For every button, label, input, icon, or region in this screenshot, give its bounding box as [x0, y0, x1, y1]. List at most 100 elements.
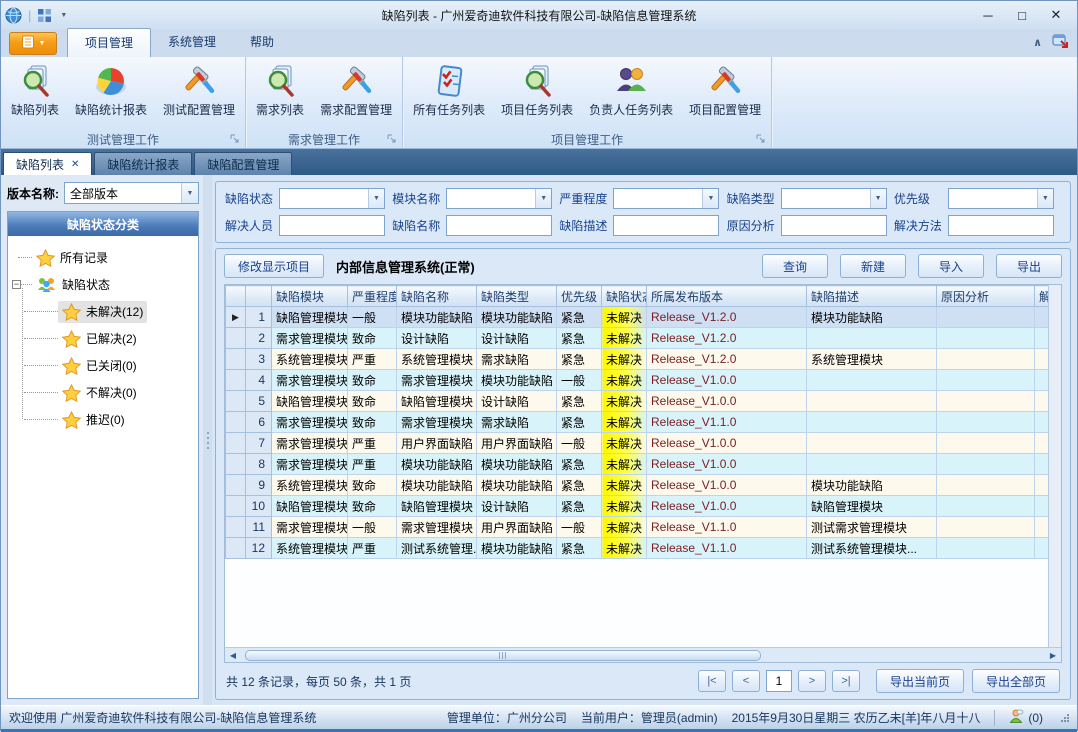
- tree-item-2[interactable]: −缺陷状态: [10, 271, 196, 298]
- column-header-9[interactable]: 原因分析: [937, 286, 1035, 307]
- filter-select-row1-3[interactable]: ▼: [613, 188, 719, 209]
- close-button[interactable]: ✕: [1039, 3, 1073, 27]
- chevron-down-icon[interactable]: ▼: [702, 189, 718, 208]
- ribbon-button-tools-1-1[interactable]: 需求配置管理: [312, 59, 400, 120]
- application-menu-button[interactable]: ▼: [9, 32, 57, 55]
- filter-input-row2-1[interactable]: [279, 215, 385, 236]
- ribbon-button-tools-0-2[interactable]: 测试配置管理: [155, 59, 243, 120]
- table-row[interactable]: 10缺陷管理模块致命缺陷管理模块设计缺陷紧急未解决Release_V1.0.0缺…: [226, 496, 1049, 517]
- modify-display-columns-button[interactable]: 修改显示项目: [224, 254, 324, 278]
- maximize-button[interactable]: □: [1005, 3, 1039, 27]
- filter-select-row1-2[interactable]: ▼: [446, 188, 552, 209]
- tree-item-5[interactable]: 已关闭(0): [10, 352, 196, 379]
- ribbon-tab-2[interactable]: 系统管理: [151, 28, 233, 57]
- document-tab-2[interactable]: 缺陷统计报表: [94, 152, 192, 175]
- document-tab-3[interactable]: 缺陷配置管理: [194, 152, 292, 175]
- ribbon-tab-3[interactable]: 帮助: [233, 28, 291, 57]
- tree-expander-icon[interactable]: −: [12, 280, 21, 289]
- table-row[interactable]: ▶1缺陷管理模块一般模块功能缺陷模块功能缺陷紧急未解决Release_V1.2.…: [226, 307, 1049, 328]
- column-header-8[interactable]: 缺陷描述: [807, 286, 937, 307]
- prev-page-button[interactable]: <: [732, 670, 760, 692]
- table-row[interactable]: 6需求管理模块致命需求管理模块需求缺陷紧急未解决Release_V1.1.0: [226, 412, 1049, 433]
- table-row[interactable]: 5缺陷管理模块致命缺陷管理模块设计缺陷紧急未解决Release_V1.0.0: [226, 391, 1049, 412]
- column-header-3[interactable]: 缺陷名称: [397, 286, 477, 307]
- collapse-ribbon-icon[interactable]: ∧: [1033, 36, 1042, 49]
- about-window-icon[interactable]: [1052, 33, 1069, 52]
- table-row[interactable]: 9系统管理模块致命模块功能缺陷模块功能缺陷紧急未解决Release_V1.0.0…: [226, 475, 1049, 496]
- page-number-input[interactable]: [766, 670, 792, 692]
- minimize-button[interactable]: ─: [971, 3, 1005, 27]
- ribbon-button-tools-2-3[interactable]: 项目配置管理: [681, 59, 769, 120]
- table-row[interactable]: 12系统管理模块严重测试系统管理...模块功能缺陷紧急未解决Release_V1…: [226, 538, 1049, 559]
- action-button-1[interactable]: 查询: [762, 254, 828, 278]
- chevron-down-icon[interactable]: ▼: [60, 12, 67, 19]
- tree-item-7[interactable]: 推迟(0): [10, 406, 196, 433]
- filter-label: 优先级: [894, 190, 948, 207]
- scroll-left-icon[interactable]: ◀: [227, 651, 239, 660]
- ribbon-button-people-2-2[interactable]: 负责人任务列表: [581, 59, 681, 120]
- column-header-4[interactable]: 缺陷类型: [477, 286, 557, 307]
- chevron-down-icon[interactable]: ▼: [535, 189, 551, 208]
- scrollbar-thumb[interactable]: [245, 650, 761, 661]
- layout-grid-icon[interactable]: [37, 8, 52, 23]
- next-page-button[interactable]: >: [798, 670, 826, 692]
- column-header-5[interactable]: 优先级: [557, 286, 602, 307]
- user-message-icon[interactable]: [1009, 709, 1024, 727]
- table-row[interactable]: 2需求管理模块致命设计缺陷设计缺陷紧急未解决Release_V1.2.0: [226, 328, 1049, 349]
- tree-item-1[interactable]: 所有记录: [10, 244, 196, 271]
- dialog-launcher-icon[interactable]: [387, 134, 397, 144]
- version-select[interactable]: 全部版本 ▼: [64, 182, 199, 204]
- ribbon-button-pie-0-1[interactable]: 缺陷统计报表: [67, 59, 155, 120]
- sidebar-splitter[interactable]: [203, 175, 212, 705]
- action-button-2[interactable]: 新建: [840, 254, 906, 278]
- cell-priority: 紧急: [557, 307, 602, 328]
- column-header-7[interactable]: 所属发布版本: [647, 286, 807, 307]
- tree-item-6[interactable]: 不解决(0): [10, 379, 196, 406]
- scroll-right-icon[interactable]: ▶: [1047, 651, 1059, 660]
- ribbon-tab-1[interactable]: 项目管理: [67, 28, 151, 57]
- dialog-launcher-icon[interactable]: [230, 134, 240, 144]
- resize-grip-icon[interactable]: [1061, 714, 1069, 722]
- chevron-down-icon[interactable]: ▼: [1037, 189, 1053, 208]
- last-page-button[interactable]: >|: [832, 670, 860, 692]
- ribbon-button-checklist-2-0[interactable]: 所有任务列表: [405, 59, 493, 120]
- filter-input-row2-3[interactable]: [613, 215, 719, 236]
- filter-select-row1-4[interactable]: ▼: [781, 188, 887, 209]
- dialog-launcher-icon[interactable]: [756, 134, 766, 144]
- column-header-6[interactable]: 缺陷状态: [602, 286, 647, 307]
- ribbon-button-doc-search-2-1[interactable]: 项目任务列表: [493, 59, 581, 120]
- document-tab-1[interactable]: 缺陷列表✕: [3, 152, 92, 175]
- filter-input-row2-2[interactable]: [446, 215, 552, 236]
- action-button-4[interactable]: 导出: [996, 254, 1062, 278]
- close-tab-icon[interactable]: ✕: [71, 159, 79, 170]
- table-row[interactable]: 4需求管理模块致命需求管理模块模块功能缺陷一般未解决Release_V1.0.0: [226, 370, 1049, 391]
- table-row[interactable]: 8需求管理模块严重模块功能缺陷模块功能缺陷紧急未解决Release_V1.0.0: [226, 454, 1049, 475]
- defect-grid: 缺陷模块严重程度缺陷名称缺陷类型优先级缺陷状态所属发布版本缺陷描述原因分析解决方…: [224, 284, 1062, 663]
- vertical-scrollbar[interactable]: [1048, 285, 1061, 647]
- star-icon: [36, 249, 55, 267]
- ribbon-button-doc-search-1-0[interactable]: 需求列表: [248, 59, 312, 120]
- column-header-2[interactable]: 严重程度: [348, 286, 397, 307]
- export-all-pages-button[interactable]: 导出全部页: [972, 669, 1060, 693]
- ribbon-button-doc-search-0-0[interactable]: 缺陷列表: [3, 59, 67, 120]
- tree-item-3[interactable]: 未解决(12): [10, 298, 196, 325]
- export-current-page-button[interactable]: 导出当前页: [876, 669, 964, 693]
- column-header-1[interactable]: 缺陷模块: [272, 286, 348, 307]
- column-header-10[interactable]: 解决方法: [1035, 286, 1049, 307]
- action-button-3[interactable]: 导入: [918, 254, 984, 278]
- first-page-button[interactable]: |<: [698, 670, 726, 692]
- filter-select-row1-1[interactable]: ▼: [279, 188, 385, 209]
- table-row[interactable]: 3系统管理模块严重系统管理模块需求缺陷紧急未解决Release_V1.2.0系统…: [226, 349, 1049, 370]
- chevron-down-icon[interactable]: ▼: [181, 183, 198, 203]
- filter-select-row1-5[interactable]: ▼: [948, 188, 1054, 209]
- table-row[interactable]: 11需求管理模块一般需求管理模块用户界面缺陷一般未解决Release_V1.1.…: [226, 517, 1049, 538]
- filter-input-row2-5[interactable]: [948, 215, 1054, 236]
- tree-item-4[interactable]: 已解决(2): [10, 325, 196, 352]
- chevron-down-icon[interactable]: ▼: [368, 189, 384, 208]
- horizontal-scrollbar[interactable]: ◀ ▶: [225, 647, 1061, 662]
- app-logo-icon[interactable]: [5, 7, 22, 24]
- chevron-down-icon[interactable]: ▼: [870, 189, 886, 208]
- tools-icon: [707, 63, 743, 101]
- table-row[interactable]: 7需求管理模块严重用户界面缺陷用户界面缺陷一般未解决Release_V1.0.0: [226, 433, 1049, 454]
- filter-input-row2-4[interactable]: [781, 215, 887, 236]
